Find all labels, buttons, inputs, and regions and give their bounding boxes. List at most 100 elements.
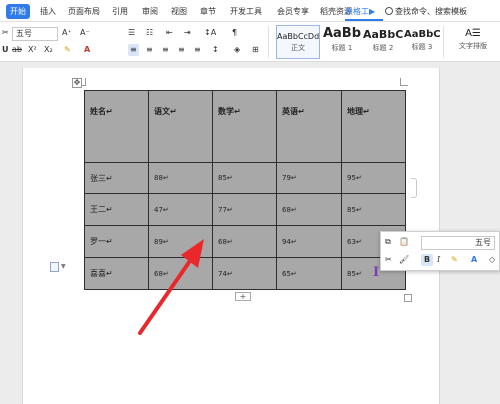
table-cell[interactable]: 85↵	[212, 161, 277, 195]
mini-toolbar: ⧉ 📋 五号 ✂ 🖌 B I ✎ A ◇	[380, 231, 500, 271]
table-cell[interactable]: 68↵	[148, 257, 213, 290]
decrease-indent-icon[interactable]: ⇤	[166, 27, 173, 39]
table-cell[interactable]: 68↵	[212, 225, 277, 259]
eraser-icon[interactable]: ◇	[489, 254, 495, 266]
cut-icon[interactable]: ✂	[385, 254, 392, 266]
menu-references[interactable]: 引用	[112, 4, 128, 19]
table-row: 张三↵ 88↵ 85↵ 79↵ 95↵	[84, 161, 406, 195]
copy-icon[interactable]: ⧉	[385, 236, 391, 248]
header-cell[interactable]: 语文↵	[148, 90, 213, 163]
table-cell[interactable]: 89↵	[148, 225, 213, 259]
align-left-icon[interactable]: ≡	[128, 44, 139, 56]
style-normal-label: 正文	[291, 44, 305, 52]
bullets-icon[interactable]: ☰	[128, 27, 135, 39]
style-heading-2[interactable]: AaBbC 标题 2	[363, 25, 403, 59]
underline-button[interactable]: U	[2, 44, 9, 56]
table-header-row: 姓名↵ 语文↵ 数学↵ 英语↵ 地理↵	[84, 90, 406, 163]
style-heading-1-label: 标题 1	[331, 44, 353, 52]
superscript-button[interactable]: X²	[28, 44, 37, 56]
header-cell[interactable]: 姓名↵	[84, 90, 149, 163]
table-cell[interactable]: 47↵	[148, 193, 213, 227]
menu-chapter[interactable]: 章节	[200, 4, 216, 19]
menu-member[interactable]: 会员专享	[277, 4, 309, 19]
style-heading-3[interactable]: AaBbC 标题 3	[404, 25, 440, 59]
text-layout-button[interactable]: A☰ 文字排版	[450, 25, 496, 59]
margin-corner-top-right	[400, 78, 408, 86]
bold-button[interactable]: B	[421, 254, 434, 266]
paragraph-layout-icon[interactable]	[50, 262, 59, 272]
table-row: 罗一↵ 89↵ 68↵ 94↵ 63↵	[84, 225, 406, 259]
ribbon-separator	[268, 26, 269, 58]
highlight-icon[interactable]: ✎	[64, 44, 71, 56]
line-spacing-icon[interactable]: ↕	[212, 44, 219, 56]
table-resize-handle[interactable]	[404, 294, 412, 302]
table-cell[interactable]: 罗一↵	[84, 225, 149, 259]
style-normal[interactable]: AaBbCcDd 正文	[276, 25, 320, 59]
table-row: 喜喜↵ 68↵ 74↵ 65↵ 85↵	[84, 257, 406, 290]
table-cell[interactable]: 张三↵	[84, 161, 149, 195]
side-panel-tab[interactable]	[411, 178, 417, 198]
menu-bar: 开始 插入 页面布局 引用 审阅 视图 章节 开发工具 会员专享 稻壳资源 表格…	[0, 0, 500, 22]
table-cell[interactable]: 94↵	[276, 225, 342, 259]
table-cell[interactable]: 74↵	[212, 257, 277, 290]
command-search[interactable]: 查找命令、搜索模板	[385, 4, 500, 19]
header-cell[interactable]: 数学↵	[212, 90, 277, 163]
style-normal-preview: AaBbCcDd	[277, 32, 319, 41]
table-cell[interactable]: 77↵	[212, 193, 277, 227]
menu-view[interactable]: 视图	[171, 4, 187, 19]
menu-start[interactable]: 开始	[6, 4, 30, 19]
grow-font-button[interactable]: A⁺	[62, 27, 72, 39]
shrink-font-button[interactable]: A⁻	[80, 27, 90, 39]
menu-insert[interactable]: 插入	[40, 4, 56, 19]
table-cell[interactable]: 95↵	[341, 161, 406, 195]
style-heading-1[interactable]: AaBb 标题 1	[322, 25, 362, 59]
table-cell[interactable]: 88↵	[148, 161, 213, 195]
ribbon-separator	[443, 26, 444, 58]
menu-developer[interactable]: 开发工具	[230, 4, 262, 19]
add-row-button[interactable]: +	[235, 292, 251, 301]
table-cell[interactable]: 喜喜↵	[84, 257, 149, 290]
menu-review[interactable]: 审阅	[142, 4, 158, 19]
table-cell[interactable]: 68↵	[276, 193, 342, 227]
justify-icon[interactable]: ≡	[178, 44, 185, 56]
borders-icon[interactable]: ⊞	[252, 44, 259, 56]
text-cursor: I	[373, 265, 380, 280]
align-center-icon[interactable]: ≡	[146, 44, 153, 56]
style-heading-3-label: 标题 3	[411, 43, 433, 51]
chevron-down-icon[interactable]: ▼	[61, 263, 66, 270]
align-right-icon[interactable]: ≡	[162, 44, 169, 56]
shading-icon[interactable]: ◈	[234, 44, 240, 56]
text-layout-icon: A☰	[465, 28, 481, 39]
format-painter-icon[interactable]: 🖌	[399, 254, 409, 266]
highlight-icon[interactable]: ✎	[451, 254, 458, 266]
search-icon	[385, 7, 393, 15]
table-row: 王二↵ 47↵ 77↵ 68↵ 85↵	[84, 193, 406, 227]
active-tab-indicator	[345, 19, 383, 21]
menu-page-layout[interactable]: 页面布局	[68, 4, 100, 19]
style-heading-2-label: 标题 2	[372, 44, 394, 52]
italic-button[interactable]: I	[437, 254, 440, 266]
mini-font-size-select[interactable]: 五号	[421, 236, 495, 250]
font-color-icon[interactable]: A	[84, 44, 90, 56]
cut-icon[interactable]: ✂	[2, 27, 9, 39]
show-marks-icon[interactable]: ¶	[232, 27, 237, 39]
strikethrough-button[interactable]: ab	[12, 44, 22, 56]
font-color-icon[interactable]: A	[471, 254, 477, 266]
font-size-select[interactable]: 五号	[12, 27, 58, 41]
header-cell[interactable]: 英语↵	[276, 90, 342, 163]
style-heading-2-preview: AaBbC	[363, 28, 403, 41]
table-cell[interactable]: 65↵	[276, 257, 342, 290]
header-cell[interactable]: 地理↵	[341, 90, 406, 163]
increase-indent-icon[interactable]: ⇥	[184, 27, 191, 39]
sort-icon[interactable]: ↕A	[204, 27, 216, 39]
table-move-icon[interactable]: ✥	[72, 78, 82, 88]
score-table: 姓名↵ 语文↵ 数学↵ 英语↵ 地理↵ 张三↵ 88↵ 85↵ 79↵ 95↵ …	[84, 90, 406, 290]
distribute-icon[interactable]: ≡	[194, 44, 201, 56]
table-cell[interactable]: 79↵	[276, 161, 342, 195]
subscript-button[interactable]: X₂	[44, 44, 53, 56]
paste-icon[interactable]: 📋	[399, 236, 409, 248]
menu-table-tools[interactable]: 表格工▶	[345, 4, 375, 19]
table-cell[interactable]: 王二↵	[84, 193, 149, 227]
table-cell[interactable]: 85↵	[341, 193, 406, 227]
numbering-icon[interactable]: ☷	[146, 27, 153, 39]
